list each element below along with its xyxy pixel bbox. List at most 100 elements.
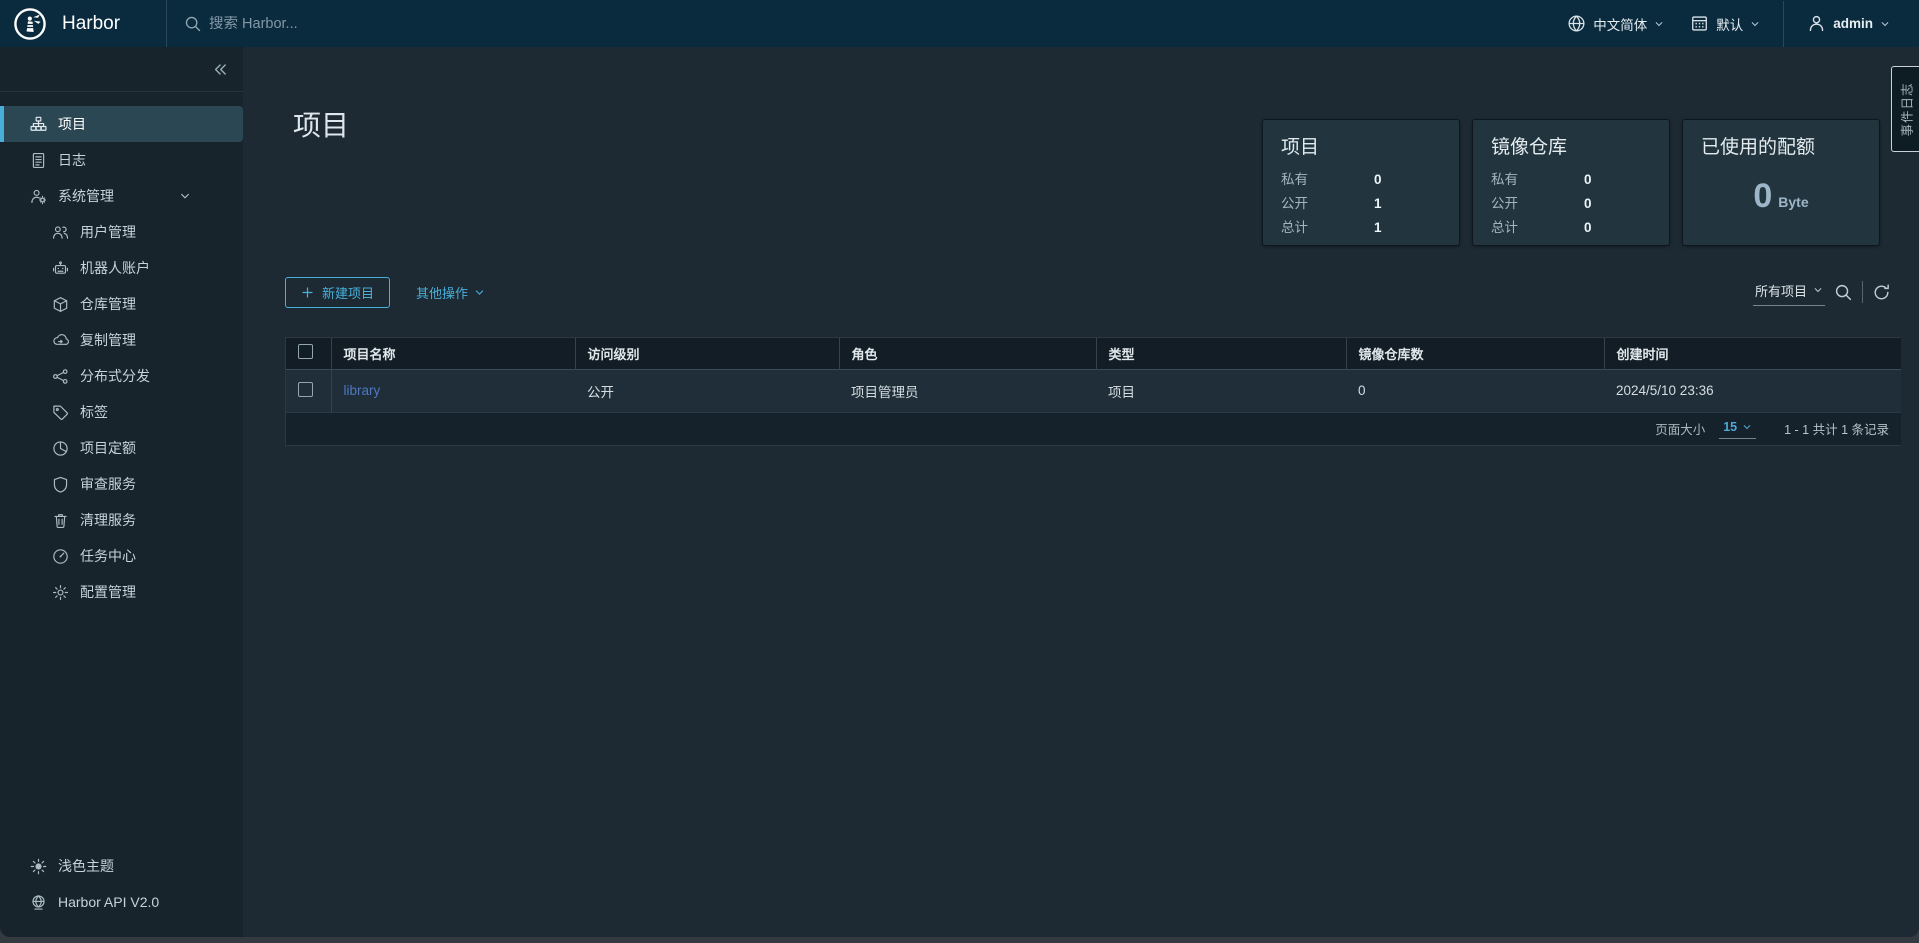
cell-role: 项目管理员 bbox=[839, 369, 1096, 412]
column-header-0[interactable]: 项目名称 bbox=[331, 338, 575, 369]
quota-unit: Byte bbox=[1778, 194, 1808, 210]
header-divider bbox=[1783, 1, 1784, 47]
event-log-tab[interactable]: 事件日志 bbox=[1891, 66, 1919, 152]
sidebar-item-distributions[interactable]: 分布式分发 bbox=[0, 358, 243, 394]
quota-icon bbox=[52, 440, 70, 457]
stat-row: 私有0 bbox=[1491, 168, 1669, 192]
stat-label: 私有 bbox=[1281, 168, 1374, 192]
sidebar-item-interrogation-services[interactable]: 审查服务 bbox=[0, 466, 243, 502]
sidebar-item-job-center[interactable]: 任务中心 bbox=[0, 538, 243, 574]
search-projects-icon[interactable] bbox=[1825, 283, 1862, 302]
caret-down-icon bbox=[1742, 422, 1752, 432]
column-header-5[interactable]: 创建时间 bbox=[1604, 338, 1901, 369]
language-selector[interactable]: 中文简体 bbox=[1554, 0, 1677, 47]
sidebar-item-registries[interactable]: 仓库管理 bbox=[0, 286, 243, 322]
cell-repo_count: 0 bbox=[1346, 369, 1604, 412]
project-filter-select[interactable]: 所有项目 bbox=[1753, 279, 1825, 306]
sidebar-item-replications[interactable]: 复制管理 bbox=[0, 322, 243, 358]
row-checkbox[interactable] bbox=[298, 382, 313, 397]
stat-label: 总计 bbox=[1281, 216, 1374, 240]
column-header-4[interactable]: 镜像仓库数 bbox=[1346, 338, 1604, 369]
caret-down-icon[interactable] bbox=[179, 190, 191, 202]
stat-card-repositories: 镜像仓库私有0公开0总计0 bbox=[1472, 119, 1670, 246]
sidebar-item-labels[interactable]: 标签 bbox=[0, 394, 243, 430]
project-link[interactable]: library bbox=[344, 383, 381, 398]
caret-down-icon bbox=[474, 287, 485, 298]
select-all-checkbox[interactable] bbox=[298, 344, 313, 359]
sidebar-item-label: 审查服务 bbox=[80, 474, 136, 494]
top-header: Harbor 中文简体 默认 bbox=[0, 0, 1919, 47]
table-header-row: 项目名称访问级别角色类型镜像仓库数创建时间 bbox=[286, 338, 1901, 369]
sidebar-item-label: 浅色主题 bbox=[58, 856, 114, 876]
stat-cards: 项目私有0公开1总计1镜像仓库私有0公开0总计0已使用的配额0Byte bbox=[1262, 119, 1880, 246]
replication-icon bbox=[52, 332, 70, 349]
brand-title[interactable]: Harbor bbox=[62, 13, 120, 35]
sidebar-item-project-quotas[interactable]: 项目定额 bbox=[0, 430, 243, 466]
sidebar-item-users[interactable]: 用户管理 bbox=[0, 214, 243, 250]
gauge-icon bbox=[52, 548, 70, 565]
page-size-select[interactable]: 15 bbox=[1719, 418, 1756, 439]
new-project-button[interactable]: 新建项目 bbox=[285, 277, 390, 308]
sidebar-item-administration[interactable]: 系统管理 bbox=[0, 178, 243, 214]
user-menu[interactable]: admin bbox=[1794, 0, 1903, 47]
shield-icon bbox=[52, 476, 70, 493]
sidebar-item-label: 任务中心 bbox=[80, 546, 136, 566]
sidebar-item-label: 清理服务 bbox=[80, 510, 136, 530]
stat-card-title: 已使用的配额 bbox=[1701, 132, 1879, 159]
stat-row: 总计0 bbox=[1491, 216, 1669, 240]
stat-value: 0 bbox=[1374, 168, 1382, 192]
sidebar-item-label: 机器人账户 bbox=[80, 258, 150, 278]
column-header-1[interactable]: 访问级别 bbox=[575, 338, 839, 369]
cell-type: 项目 bbox=[1096, 369, 1346, 412]
collapse-sidebar-icon[interactable] bbox=[212, 61, 229, 78]
sidebar-item-label: 仓库管理 bbox=[80, 294, 136, 314]
table-row: library公开项目管理员项目02024/5/10 23:36 bbox=[286, 369, 1901, 412]
column-header-3[interactable]: 类型 bbox=[1096, 338, 1346, 369]
row-select-cell bbox=[286, 369, 331, 412]
stat-value: 0 bbox=[1584, 216, 1592, 240]
sidebar-item-clean-up[interactable]: 清理服务 bbox=[0, 502, 243, 538]
sidebar-item-logs[interactable]: 日志 bbox=[0, 142, 243, 178]
harbor-logo-icon[interactable] bbox=[13, 7, 47, 41]
stat-card-title: 项目 bbox=[1281, 132, 1459, 159]
refresh-icon[interactable] bbox=[1863, 283, 1900, 302]
search-icon bbox=[184, 15, 202, 33]
sidebar-item-light-theme[interactable]: 浅色主题 bbox=[0, 848, 243, 884]
other-actions-dropdown[interactable]: 其他操作 bbox=[416, 283, 485, 302]
column-header-2[interactable]: 角色 bbox=[839, 338, 1096, 369]
sidebar-item-label: 标签 bbox=[80, 402, 108, 422]
toolbar-right: 所有项目 bbox=[1753, 279, 1900, 306]
view-mode-selector[interactable]: 默认 bbox=[1677, 0, 1773, 47]
tag-icon bbox=[52, 404, 70, 421]
event-log-tab-label: 事件日志 bbox=[1896, 82, 1915, 136]
sidebar-item-robot-accounts[interactable]: 机器人账户 bbox=[0, 250, 243, 286]
stat-row: 公开1 bbox=[1281, 192, 1459, 216]
stat-label: 总计 bbox=[1491, 216, 1584, 240]
global-search bbox=[167, 15, 1554, 33]
cell-creation_time: 2024/5/10 23:36 bbox=[1604, 369, 1901, 412]
sidebar-item-configuration[interactable]: 配置管理 bbox=[0, 574, 243, 610]
sidebar-item-label: 项目定额 bbox=[80, 438, 136, 458]
plus-icon bbox=[301, 286, 314, 299]
sidebar-item-label: 复制管理 bbox=[80, 330, 136, 350]
caret-down-icon bbox=[1880, 19, 1890, 29]
logs-icon bbox=[30, 152, 48, 169]
header-actions: 中文简体 默认 admin bbox=[1554, 0, 1919, 47]
sidebar-item-label: Harbor API V2.0 bbox=[58, 894, 159, 910]
harbor-app: Harbor 中文简体 默认 bbox=[0, 0, 1919, 937]
distribution-icon bbox=[52, 368, 70, 385]
stat-label: 公开 bbox=[1491, 192, 1584, 216]
globe-icon bbox=[1567, 14, 1586, 33]
robot-icon bbox=[52, 260, 70, 277]
administration-icon bbox=[30, 188, 48, 205]
sidebar-item-label: 系统管理 bbox=[58, 186, 114, 206]
projects-toolbar: 新建项目 其他操作 所有项目 bbox=[285, 275, 1900, 309]
global-search-input[interactable] bbox=[209, 16, 629, 32]
stat-value: 0 bbox=[1584, 168, 1592, 192]
stat-row: 总计1 bbox=[1281, 216, 1459, 240]
caret-down-icon bbox=[1654, 19, 1664, 29]
table-footer-row: 页面大小 15 1 - 1 共计 1 条记录 bbox=[286, 412, 1901, 445]
sidebar-item-projects[interactable]: 项目 bbox=[0, 106, 243, 142]
stat-row: 公开0 bbox=[1491, 192, 1669, 216]
sidebar-item-harbor-api[interactable]: Harbor API V2.0 bbox=[0, 884, 243, 920]
